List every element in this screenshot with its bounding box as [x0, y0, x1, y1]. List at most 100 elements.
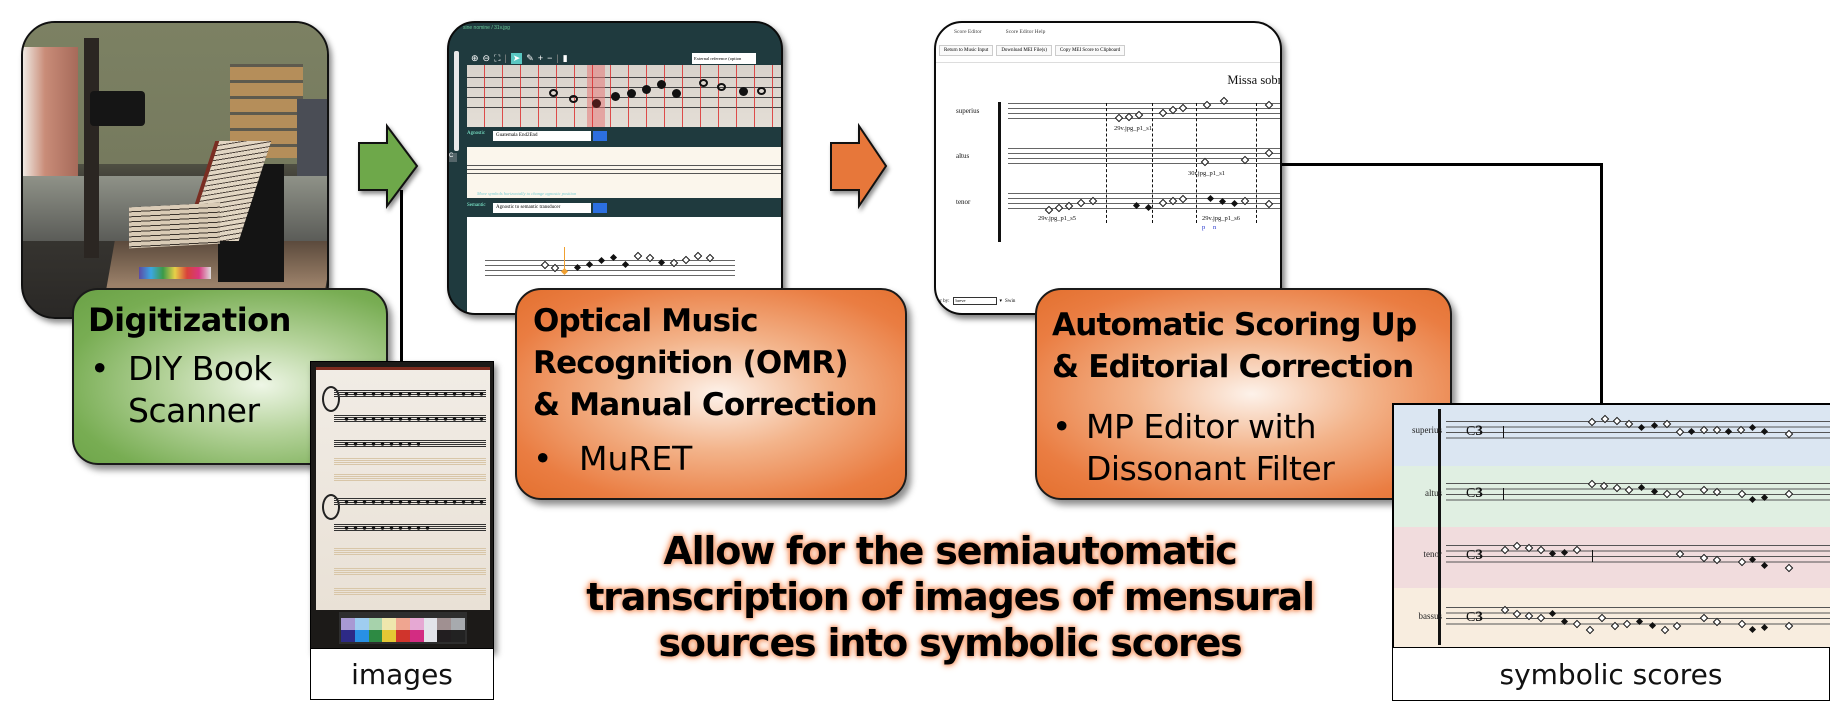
photo-doorway — [23, 46, 78, 179]
system-bracket — [1438, 409, 1445, 645]
select-pointer-icon[interactable]: ➤ — [510, 52, 523, 64]
scoring-title-line: & Editorial Correction — [1052, 349, 1414, 385]
manuscript-note[interactable] — [657, 80, 666, 89]
omr-title-line: Recognition (OMR) — [533, 345, 849, 381]
chevron-down-icon[interactable]: ▾ — [1000, 298, 1003, 304]
zoom-out-icon[interactable]: ⊖ — [483, 53, 491, 64]
sort-row: er by: breve ▾ Swin — [938, 297, 1015, 305]
score-editor-buttons: Return to Music Input Download MEI File(… — [939, 45, 1126, 56]
bullet-icon: • — [533, 439, 553, 478]
camera-icon — [89, 90, 145, 126]
source-label: 29v.jpg_p1_s6 — [1202, 215, 1241, 222]
toolbar-divider: | — [504, 53, 507, 63]
semantic-note-stem — [564, 247, 565, 271]
manuscript-note[interactable] — [549, 89, 558, 97]
manuscript-notes — [342, 390, 484, 398]
mensuration-sign: C3 — [1466, 485, 1483, 501]
bullet-text: MP Editor with Dissonant Filter — [1086, 406, 1335, 490]
manuscript-note[interactable] — [672, 89, 681, 98]
voice-name: altus — [1425, 488, 1442, 498]
scoring-step-box: Automatic Scoring Up & Editorial Correct… — [1035, 288, 1452, 500]
orange-arrow-shape — [830, 122, 888, 210]
symbol-bounding-boxes[interactable] — [467, 65, 781, 127]
arrow-right-icon — [830, 122, 888, 210]
tagline-line: transcription of images of mensural — [586, 575, 1315, 619]
agnostic-staff-lines — [467, 165, 781, 177]
return-to-music-input-button[interactable]: Return to Music Input — [939, 45, 994, 56]
semantic-label: Semantic — [467, 203, 486, 208]
source-label: 29v.jpg_p1_s5 — [1038, 215, 1077, 222]
trash-icon[interactable]: ▮ — [563, 53, 568, 64]
agnostic-model-select[interactable]: Guatemala End2End — [493, 131, 591, 141]
zoom-in-icon[interactable]: ⊕ — [471, 53, 479, 64]
muret-screenshot: sine nomine / 31v.jpg C ⊕ ⊖ ⛶ | ➤ ✎ + − … — [447, 21, 783, 315]
staff-altus — [1008, 148, 1280, 168]
bleedthrough — [334, 474, 486, 482]
omr-title-line: & Manual Correction — [533, 387, 878, 423]
manuscript-note[interactable] — [611, 92, 620, 101]
color-calibration-chart — [339, 612, 467, 644]
bullet-icon: • — [1052, 407, 1071, 446]
bullet-text-line: Dissonant Filter — [1086, 449, 1335, 488]
arrow-right-icon — [358, 123, 419, 209]
menu-score-editor[interactable]: Score Editor — [954, 29, 982, 35]
bleedthrough — [334, 458, 486, 466]
voice-name: superius — [1412, 425, 1442, 435]
semantic-model-select[interactable]: Agnostic to semantic transducer — [493, 203, 591, 213]
score-editor-menu: Score Editor Score Editor Help — [954, 29, 1045, 35]
agnostic-staff-view[interactable]: Move symbols horizontally to change agno… — [467, 147, 781, 198]
edit-icon[interactable]: ✎ — [526, 53, 534, 64]
connector-images-vertical — [400, 190, 403, 362]
barline — [1503, 426, 1504, 438]
mark-n[interactable]: n — [1213, 224, 1216, 231]
manuscript-note[interactable] — [717, 83, 726, 91]
omr-bullet: • MuRET — [533, 438, 692, 480]
staff-superius — [1008, 103, 1280, 123]
manuscript-note[interactable] — [592, 99, 601, 108]
symbolic-scores-label: symbolic scores — [1392, 647, 1830, 701]
mark-p[interactable]: p — [1202, 224, 1205, 231]
symbolic-score: superius C3 altus C3 tenor C3 bassus C3 — [1392, 403, 1830, 652]
sort-select[interactable]: breve — [952, 297, 997, 305]
barline — [1592, 550, 1593, 562]
download-mei-button[interactable]: Download MEI File(s) — [996, 45, 1052, 56]
agnostic-list-button[interactable] — [593, 131, 607, 141]
side-toggle-button[interactable]: C — [449, 153, 457, 162]
manuscript-note[interactable] — [642, 85, 651, 94]
manuscript-note[interactable] — [569, 95, 578, 103]
scoring-title-line: Automatic Scoring Up — [1052, 307, 1417, 343]
menu-score-editor-help[interactable]: Score Editor Help — [1006, 29, 1046, 35]
divider — [936, 62, 1280, 63]
manuscript-page — [316, 367, 490, 610]
semantic-note — [633, 251, 643, 261]
scrollbar[interactable] — [454, 51, 459, 151]
copy-mei-button[interactable]: Copy MEI Score to Clipboard — [1054, 45, 1126, 56]
manuscript-note[interactable] — [627, 89, 636, 98]
agnostic-hint: Move symbols horizontally to change agno… — [477, 191, 577, 196]
add-icon[interactable]: + — [538, 53, 543, 63]
remove-icon[interactable]: − — [547, 53, 552, 63]
semantic-list-button[interactable] — [593, 203, 607, 213]
manuscript-note[interactable] — [739, 87, 748, 96]
digitization-title: Digitization — [88, 301, 291, 339]
external-reference-tooltip: External reference (option — [692, 53, 756, 64]
bar-dash — [1106, 103, 1107, 223]
breadcrumb: sine nomine / 31v.jpg — [463, 25, 510, 31]
bar-dash — [1256, 103, 1257, 223]
swing-label: Swin — [1005, 298, 1016, 304]
manuscript-note[interactable] — [699, 79, 708, 87]
mensuration-sign: C3 — [1466, 609, 1483, 625]
omr-title: Optical Music Recognition (OMR) & Manual… — [533, 300, 878, 426]
bullet-text-line: DIY Book — [128, 349, 272, 388]
barline — [1503, 488, 1504, 500]
manuscript-image-strip — [467, 65, 781, 127]
color-chart-row — [341, 618, 466, 630]
manuscript-notes — [342, 440, 420, 448]
bar-dash — [1152, 103, 1153, 223]
manuscript-note[interactable] — [757, 87, 766, 95]
semantic-staff-lines — [485, 260, 735, 280]
fit-screen-icon[interactable]: ⛶ — [494, 53, 500, 64]
scanner-pole — [83, 37, 99, 259]
bullet-text-line: MP Editor with — [1086, 407, 1317, 446]
bleedthrough — [334, 588, 486, 596]
